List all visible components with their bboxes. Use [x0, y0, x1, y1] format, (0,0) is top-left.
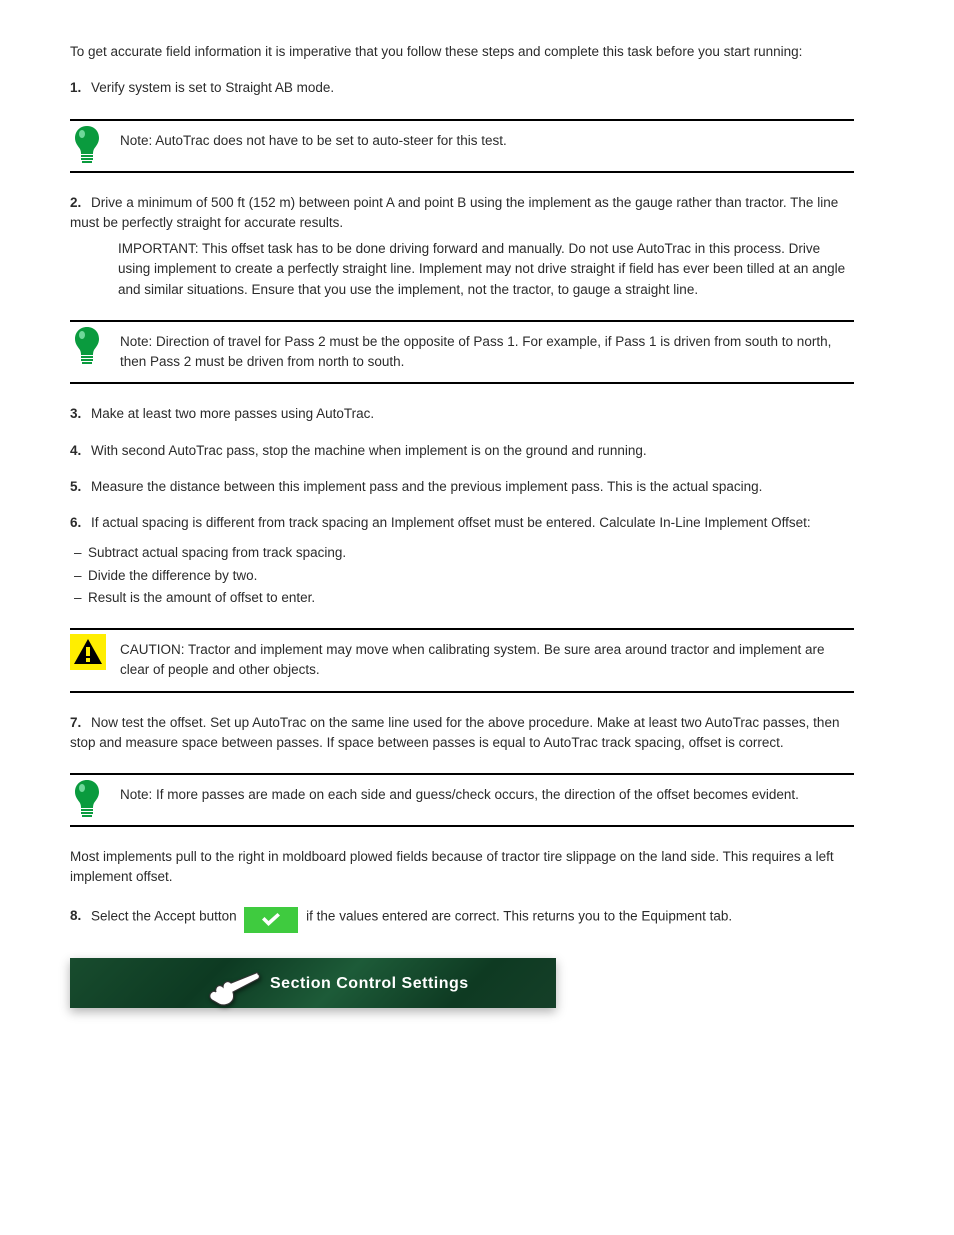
- step-5: 5. Measure the distance between this imp…: [70, 477, 854, 497]
- step-8: 8. Select the Accept button if the value…: [70, 904, 854, 930]
- note-text-3: Note: If more passes are made on each si…: [120, 787, 799, 802]
- step-text-6: If actual spacing is different from trac…: [91, 515, 811, 530]
- lightbulb-icon: [70, 326, 106, 362]
- step-num-1: 1.: [70, 80, 81, 95]
- note-callout-1: Note: AutoTrac does not have to be set t…: [70, 119, 854, 173]
- accept-button-icon: [244, 907, 298, 933]
- caution-callout: CAUTION: Tractor and implement may move …: [70, 628, 854, 693]
- step-text-2: Drive a minimum of 500 ft (152 m) betwee…: [70, 195, 838, 230]
- step-num-2: 2.: [70, 195, 81, 210]
- offset-item-2: Divide the difference by two.: [70, 566, 854, 586]
- step-num-4: 4.: [70, 443, 81, 458]
- cta-label: Section Control Settings: [270, 972, 469, 996]
- step-2: 2. Drive a minimum of 500 ft (152 m) bet…: [70, 193, 854, 234]
- note-text-2: Note: Direction of travel for Pass 2 mus…: [120, 334, 831, 369]
- step-text-3: Make at least two more passes using Auto…: [91, 406, 374, 421]
- offset-item-1: Subtract actual spacing from track spaci…: [70, 543, 854, 563]
- after-note-paragraph: Most implements pull to the right in mol…: [70, 847, 854, 888]
- note-callout-2: Note: Direction of travel for Pass 2 mus…: [70, 320, 854, 385]
- lightbulb-icon: [70, 779, 106, 815]
- step-text-1: Verify system is set to Straight AB mode…: [91, 80, 334, 95]
- intro-paragraph: To get accurate field information it is …: [70, 42, 854, 62]
- offset-calc-list: Subtract actual spacing from track spaci…: [70, 543, 854, 608]
- lightbulb-icon: [70, 125, 106, 161]
- offset-item-3: Result is the amount of offset to enter.: [70, 588, 854, 608]
- step-num-8: 8.: [70, 908, 81, 923]
- step-8-prefix: Select the Accept button: [91, 908, 237, 923]
- caution-text: CAUTION: Tractor and implement may move …: [120, 642, 825, 677]
- step-num-6: 6.: [70, 515, 81, 530]
- step-num-7: 7.: [70, 715, 81, 730]
- pointing-hand-icon: [208, 964, 262, 1018]
- step-7: 7. Now test the offset. Set up AutoTrac …: [70, 713, 854, 754]
- step-text-4: With second AutoTrac pass, stop the mach…: [91, 443, 647, 458]
- step-3: 3. Make at least two more passes using A…: [70, 404, 854, 424]
- step-num-5: 5.: [70, 479, 81, 494]
- note-callout-3: Note: If more passes are made on each si…: [70, 773, 854, 827]
- step-text-5: Measure the distance between this implem…: [91, 479, 762, 494]
- step-6: 6. If actual spacing is different from t…: [70, 513, 854, 533]
- note-text-1: Note: AutoTrac does not have to be set t…: [120, 133, 507, 148]
- warning-triangle-icon: [70, 634, 106, 670]
- important-warning-1: IMPORTANT: This offset task has to be do…: [118, 239, 854, 300]
- step-4: 4. With second AutoTrac pass, stop the m…: [70, 441, 854, 461]
- step-8-suffix: if the values entered are correct. This …: [306, 908, 732, 923]
- step-1: 1. Verify system is set to Straight AB m…: [70, 78, 854, 98]
- step-num-3: 3.: [70, 406, 81, 421]
- step-text-7: Now test the offset. Set up AutoTrac on …: [70, 715, 839, 750]
- section-control-settings-link[interactable]: Section Control Settings: [70, 958, 556, 1008]
